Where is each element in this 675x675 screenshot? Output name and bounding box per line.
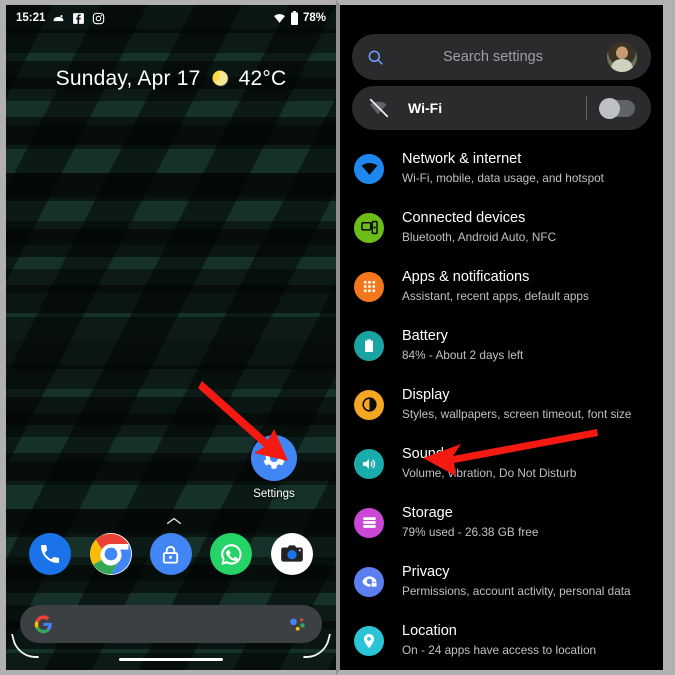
app-label-settings: Settings: [253, 488, 295, 500]
app-drawer-chevron-icon[interactable]: [166, 517, 182, 525]
settings-row-apps-notifications[interactable]: Apps & notifications Assistant, recent a…: [340, 257, 663, 316]
settings-row-location[interactable]: Location On - 24 apps have access to loc…: [340, 611, 663, 670]
settings-row-subtitle: 84% - About 2 days left: [402, 348, 524, 363]
settings-row-subtitle: Volume, vibration, Do Not Disturb: [402, 466, 577, 481]
dock: [6, 533, 336, 575]
settings-row-title: Location: [402, 622, 457, 639]
settings-row-display[interactable]: Display Styles, wallpapers, screen timeo…: [340, 375, 663, 434]
settings-row-connected-devices[interactable]: Connected devices Bluetooth, Android Aut…: [340, 198, 663, 257]
home-pill-indicator[interactable]: [119, 657, 223, 661]
wifi-toggle-knob[interactable]: [599, 97, 620, 119]
storage-icon: [354, 507, 384, 538]
settings-gear-icon[interactable]: [251, 435, 297, 481]
chrome-icon[interactable]: [89, 533, 132, 575]
search-settings-bar[interactable]: Search settings: [352, 34, 651, 80]
battery-percent-label: 78%: [302, 12, 326, 24]
volume-icon: [354, 448, 384, 479]
settings-row-title: Network & internet: [402, 150, 522, 167]
back-gesture-right-indicator[interactable]: [306, 636, 328, 658]
wifi-toggle[interactable]: [599, 97, 635, 119]
divider: [586, 96, 587, 120]
settings-row-sound[interactable]: Sound Volume, vibration, Do Not Disturb: [340, 434, 663, 493]
settings-row-title: Battery: [402, 327, 448, 344]
settings-row-subtitle: Wi-Fi, mobile, data usage, and hotspot: [402, 171, 604, 186]
screenshot-stage: 15:21 78% Sunday, Apr 17 42°C Settings S…: [0, 0, 675, 675]
settings-row-subtitle: On - 24 apps have access to location: [402, 643, 597, 658]
instagram-icon: [93, 12, 105, 24]
settings-row-battery[interactable]: Battery 84% - About 2 days left: [340, 316, 663, 375]
settings-row-storage[interactable]: Storage 79% used - 26.38 GB free: [340, 493, 663, 552]
right-phone-settings-screen: Search settings Wi-Fi Network & internet…: [336, 0, 669, 675]
left-phone-home-screen: 15:21 78% Sunday, Apr 17 42°C Settings: [0, 0, 336, 675]
app-icon-settings[interactable]: Settings: [229, 435, 319, 500]
settings-row-subtitle: Bluetooth, Android Auto, NFC: [402, 230, 557, 245]
wifi-icon: [274, 13, 285, 23]
google-assistant-icon[interactable]: [286, 613, 308, 635]
settings-row-title: Sound: [402, 445, 444, 462]
settings-row-title: Display: [402, 386, 450, 403]
settings-row-title: Connected devices: [402, 209, 526, 226]
back-gesture-left-indicator[interactable]: [14, 636, 36, 658]
google-g-icon: [34, 614, 52, 633]
settings-list: Network & internet Wi-Fi, mobile, data u…: [340, 139, 663, 670]
whatsapp-icon[interactable]: [210, 533, 253, 575]
battery-icon: [354, 330, 384, 361]
clock-weather-widget[interactable]: Sunday, Apr 17 42°C: [6, 67, 336, 91]
reddit-icon: [54, 14, 64, 21]
clock-widget-date: Sunday, Apr 17: [55, 67, 201, 90]
sunny-icon: [212, 70, 228, 87]
wifi-off-icon: [369, 98, 389, 118]
settings-row-subtitle: Permissions, account activity, personal …: [402, 584, 631, 599]
status-bar-time: 15:21: [16, 12, 46, 24]
clock-widget-temperature: 42°C: [238, 67, 287, 90]
location-pin-icon: [354, 625, 384, 656]
status-bar: 15:21 78%: [6, 5, 336, 31]
phone-icon[interactable]: [29, 533, 72, 575]
privacy-eye-lock-icon: [354, 566, 384, 597]
settings-row-privacy[interactable]: Privacy Permissions, account activity, p…: [340, 552, 663, 611]
settings-row-title: Apps & notifications: [402, 268, 530, 285]
settings-row-subtitle: Assistant, recent apps, default apps: [402, 289, 589, 304]
search-input[interactable]: Search settings: [379, 49, 607, 65]
settings-row-title: Storage: [402, 504, 453, 521]
brightness-icon: [354, 389, 384, 420]
wifi-quick-row[interactable]: Wi-Fi: [352, 86, 651, 130]
navigation-bar: [6, 636, 336, 670]
settings-row-network-internet[interactable]: Network & internet Wi-Fi, mobile, data u…: [340, 139, 663, 198]
apps-grid-icon: [354, 271, 384, 302]
user-avatar[interactable]: [607, 42, 637, 72]
camera-icon[interactable]: [270, 533, 313, 575]
lock-icon[interactable]: [149, 533, 192, 575]
wifi-icon: [354, 153, 384, 184]
connected-devices-icon: [354, 212, 384, 243]
facebook-messenger-icon: [73, 12, 85, 24]
settings-row-title: Privacy: [402, 563, 450, 580]
settings-row-subtitle: 79% used - 26.38 GB free: [402, 525, 539, 540]
settings-row-subtitle: Styles, wallpapers, screen timeout, font…: [402, 407, 632, 422]
battery-icon: [290, 11, 298, 25]
wifi-row-label: Wi-Fi: [408, 100, 443, 116]
